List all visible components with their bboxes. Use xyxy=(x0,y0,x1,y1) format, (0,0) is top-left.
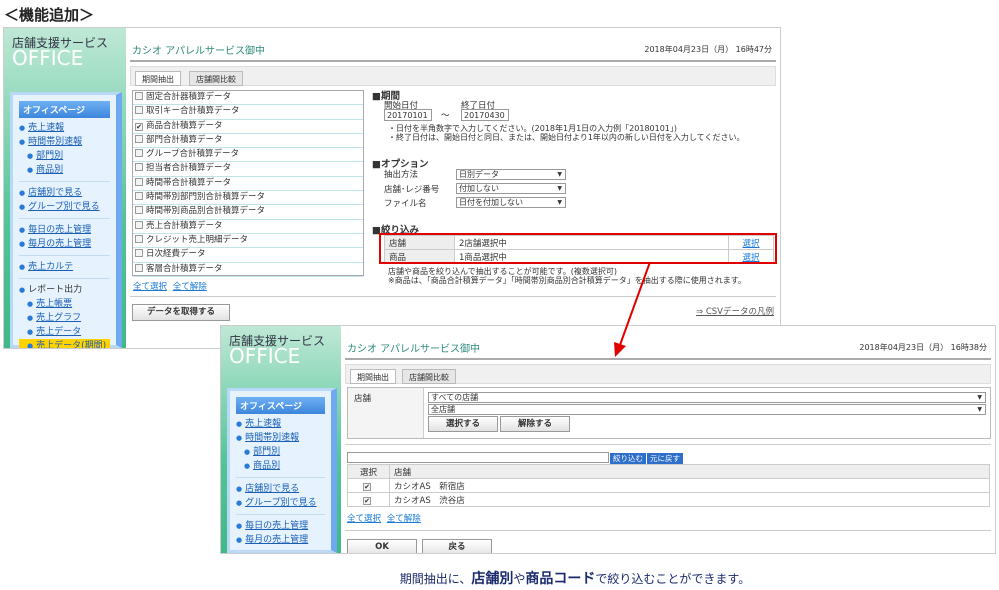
caption-emphasis: 店舗別 xyxy=(471,571,514,587)
caption-text: で絞り込むことができます。 xyxy=(595,572,751,586)
caption-text: 期間抽出に、 xyxy=(399,572,472,586)
arrow-line xyxy=(619,261,651,346)
caption: 期間抽出に、店舗別や商品コードで絞り込むことができます。 xyxy=(0,568,999,588)
callout-arrow xyxy=(614,261,651,357)
arrow-head-icon xyxy=(614,342,626,357)
caption-text: や xyxy=(513,572,526,586)
caption-emphasis: 商品コード xyxy=(525,571,596,587)
